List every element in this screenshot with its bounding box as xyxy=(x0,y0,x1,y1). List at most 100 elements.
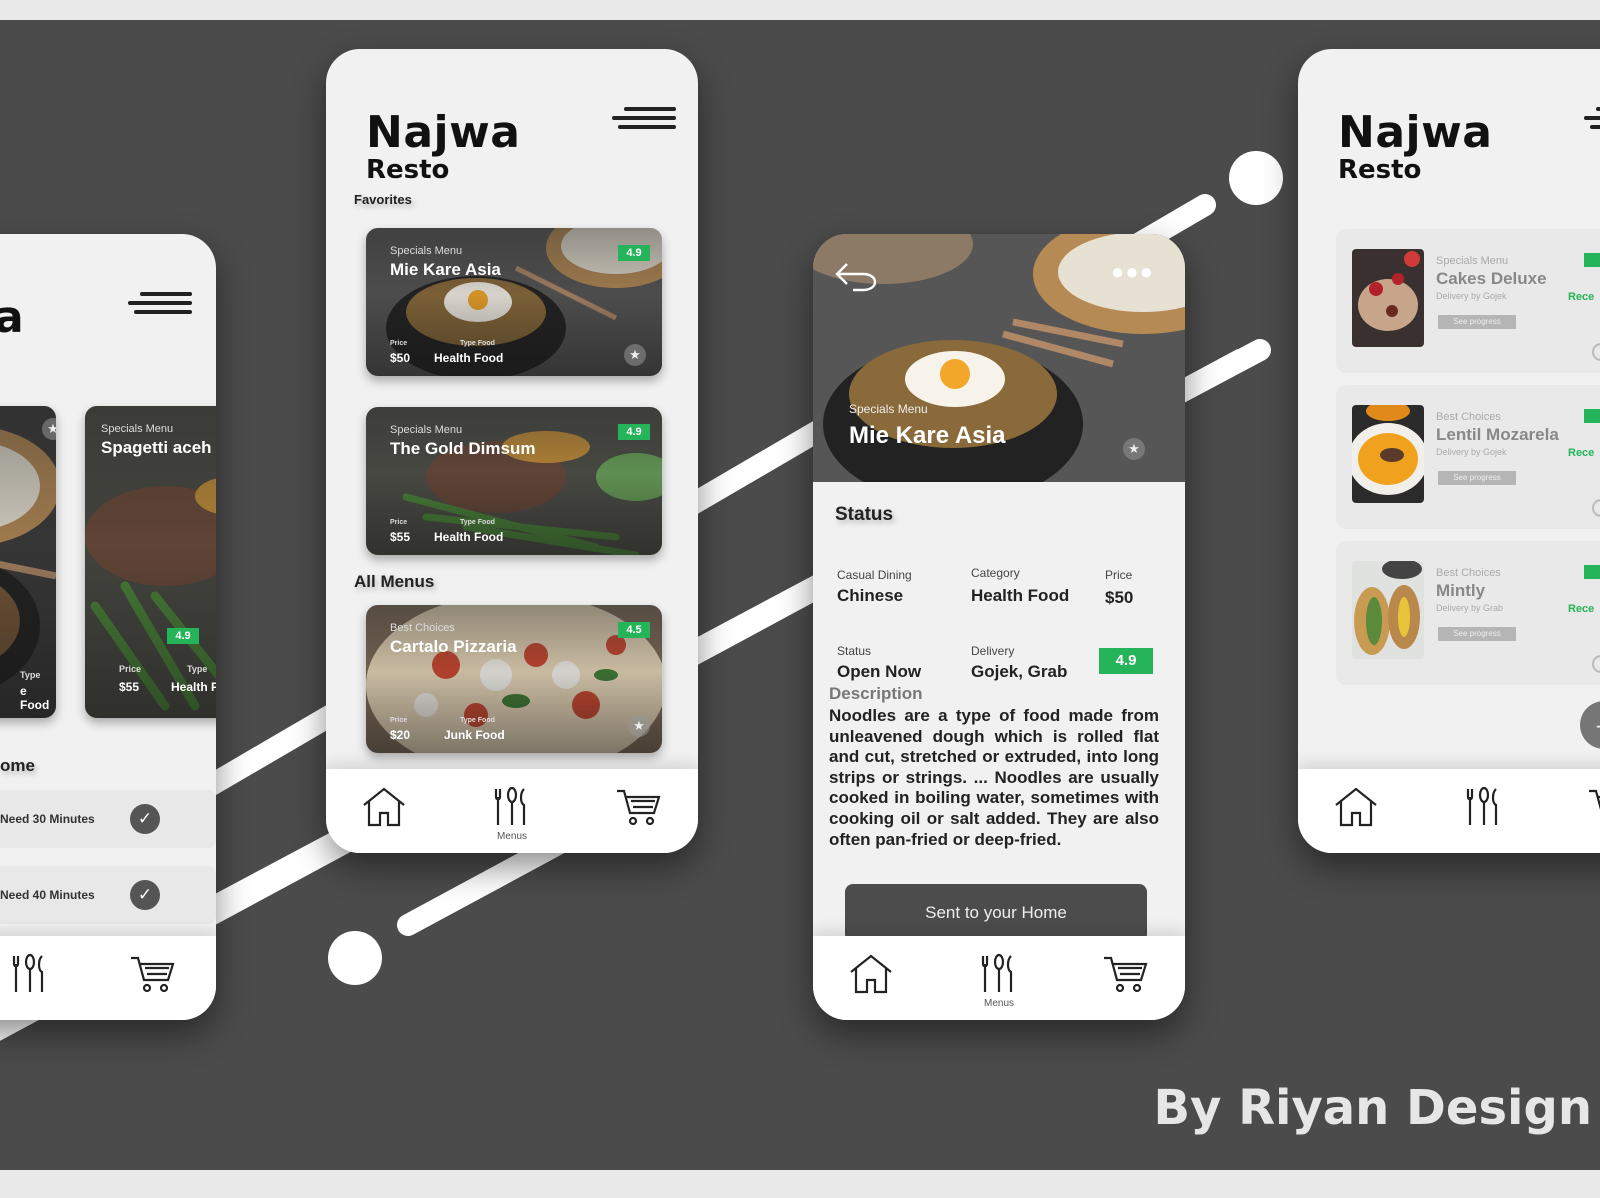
hamburger-menu-icon[interactable] xyxy=(128,292,192,318)
rating-badge: 4.9 xyxy=(1099,648,1153,674)
presentation-stage: a ★ Type e Food Specials Menu Spagetti a… xyxy=(0,20,1600,1170)
price-label: Price xyxy=(390,340,408,347)
item-select-circle[interactable] xyxy=(1592,343,1600,361)
more-options-icon[interactable]: ●●● xyxy=(1111,261,1153,283)
type-label: Type Food xyxy=(460,340,495,347)
price-label: Price xyxy=(119,664,142,674)
cart-nav-icon[interactable] xyxy=(128,950,176,998)
hamburger-menu-icon[interactable] xyxy=(1584,107,1600,133)
see-progress-button[interactable]: See progress xyxy=(1438,315,1516,329)
hero-title: Mie Kare Asia xyxy=(849,422,1006,449)
send-home-button[interactable]: Sent to your Home xyxy=(845,884,1147,942)
task-text: Need 40 Minutes xyxy=(0,888,95,902)
order-item-cakes-deluxe[interactable]: Specials Menu Cakes Deluxe Delivery by G… xyxy=(1336,229,1600,373)
card-title: Cartalo Pizzaria xyxy=(390,637,517,656)
item-status: Rece xyxy=(1568,447,1595,459)
add-button[interactable]: – xyxy=(1580,701,1600,749)
casual-dining-label: Casual Dining xyxy=(837,568,912,582)
card-type-label: Specials Menu xyxy=(390,424,463,436)
item-delivery: Delivery by Grab xyxy=(1436,603,1504,613)
see-progress-button[interactable]: See progress xyxy=(1438,627,1516,641)
item-status: Rece xyxy=(1568,603,1595,615)
hero-type-label: Specials Menu xyxy=(849,402,928,416)
status-label: Status xyxy=(837,644,872,658)
card-title: Mie Kare Asia xyxy=(390,260,501,279)
item-select-circle[interactable] xyxy=(1592,655,1600,673)
brand-sub: Resto xyxy=(366,155,450,185)
sandwich-thumbnail xyxy=(1352,561,1424,659)
type-value: e Food xyxy=(20,684,50,712)
bottom-navbar: Menus xyxy=(813,936,1185,1020)
status-value: Open Now xyxy=(837,662,922,681)
menu-card-spagetti[interactable]: Specials Menu Spagetti aceh 4.9 Price $5… xyxy=(85,406,216,718)
item-delivery: Delivery by Gojek xyxy=(1436,447,1507,457)
status-title: Status xyxy=(835,504,894,525)
rating-badge: 4.9 xyxy=(167,628,199,644)
status-badge xyxy=(1584,253,1600,267)
menu-card-cartalo-pizzaria[interactable]: Best Choices Cartalo Pizzaria 4.5 Price … xyxy=(366,605,662,753)
casual-dining-value: Chinese xyxy=(837,586,904,605)
see-progress-button[interactable]: See progress xyxy=(1438,471,1516,485)
back-arrow-icon[interactable] xyxy=(833,258,879,294)
status-badge xyxy=(1584,565,1600,579)
rating-badge: 4.5 xyxy=(618,622,650,638)
price-value: $50 xyxy=(1105,588,1134,607)
item-category: Specials Menu xyxy=(1436,255,1509,267)
delivery-label: Delivery xyxy=(971,644,1015,658)
brand-name: Najwa xyxy=(1338,107,1493,158)
favorite-star-icon[interactable]: ★ xyxy=(624,344,646,366)
cart-nav-icon[interactable] xyxy=(1101,950,1149,998)
phone-favorites: Najwa Resto Favorites Specials Menu Mie … xyxy=(326,49,698,853)
bottom-navbar xyxy=(1298,769,1600,853)
type-label: Type Food xyxy=(460,717,495,724)
type-value: Health F xyxy=(171,680,216,694)
home-nav-icon[interactable] xyxy=(1332,783,1380,831)
item-category: Best Choices xyxy=(1436,567,1501,579)
designer-credit: By Riyan Design xyxy=(1153,1080,1592,1136)
brand-name: Najwa xyxy=(366,107,521,158)
menus-nav-icon[interactable] xyxy=(1460,783,1508,831)
favorite-star-icon[interactable]: ★ xyxy=(1123,438,1145,460)
price-value: $20 xyxy=(390,728,411,742)
type-label: Type Food xyxy=(460,519,495,526)
favorite-card-gold-dimsum[interactable]: Specials Menu The Gold Dimsum 4.9 Price … xyxy=(366,407,662,555)
section-title: ome xyxy=(0,756,35,775)
phone-detail: ●●● Specials Menu Mie Kare Asia ★ Status… xyxy=(813,234,1185,1020)
favorite-card-mie-kare[interactable]: Specials Menu Mie Kare Asia 4.9 Price $5… xyxy=(366,228,662,376)
order-item-mintly[interactable]: Best Choices Mintly Delivery by Grab See… xyxy=(1336,541,1600,685)
hamburger-menu-icon[interactable] xyxy=(612,107,676,133)
delivery-task-40[interactable]: Need 40 Minutes ✓ xyxy=(0,866,216,924)
delivery-task-30[interactable]: Need 30 Minutes ✓ xyxy=(0,790,216,848)
item-name: Cakes Deluxe xyxy=(1436,269,1547,288)
status-badge xyxy=(1584,409,1600,423)
phone-menu-left: a ★ Type e Food Specials Menu Spagetti a… xyxy=(0,234,216,1020)
soup-thumbnail xyxy=(1352,405,1424,503)
item-name: Lentil Mozarela xyxy=(1436,425,1559,444)
item-select-circle[interactable] xyxy=(1592,499,1600,517)
order-item-lentil-mozarela[interactable]: Best Choices Lentil Mozarela Delivery by… xyxy=(1336,385,1600,529)
menus-nav-icon[interactable] xyxy=(6,950,54,998)
price-label: Price xyxy=(390,519,408,526)
menus-nav-icon[interactable] xyxy=(488,783,536,831)
menu-card-dimsum[interactable]: ★ Type e Food xyxy=(0,406,56,718)
type-label: Type xyxy=(187,664,208,674)
rating-badge: 4.9 xyxy=(618,245,650,261)
brand-fragment: a xyxy=(0,292,25,343)
type-value: Junk Food xyxy=(444,728,505,742)
favorites-title: Favorites xyxy=(354,192,412,207)
brand-sub: Resto xyxy=(1338,155,1422,185)
bottom-navbar: Menus xyxy=(326,769,698,853)
check-icon[interactable]: ✓ xyxy=(130,804,160,834)
hero-image: ●●● Specials Menu Mie Kare Asia ★ xyxy=(813,234,1185,482)
rating-badge: 4.9 xyxy=(618,424,650,440)
check-icon[interactable]: ✓ xyxy=(130,880,160,910)
home-nav-icon[interactable] xyxy=(360,783,408,831)
item-name: Mintly xyxy=(1436,581,1486,600)
description-text: Noodles are a type of food made from unl… xyxy=(829,706,1159,849)
favorite-star-icon[interactable]: ★ xyxy=(628,715,650,737)
home-nav-icon[interactable] xyxy=(847,950,895,998)
item-status: Rece xyxy=(1568,291,1595,303)
cart-nav-icon[interactable] xyxy=(1586,783,1600,831)
menus-nav-icon[interactable] xyxy=(975,950,1023,998)
cart-nav-icon[interactable] xyxy=(614,783,662,831)
